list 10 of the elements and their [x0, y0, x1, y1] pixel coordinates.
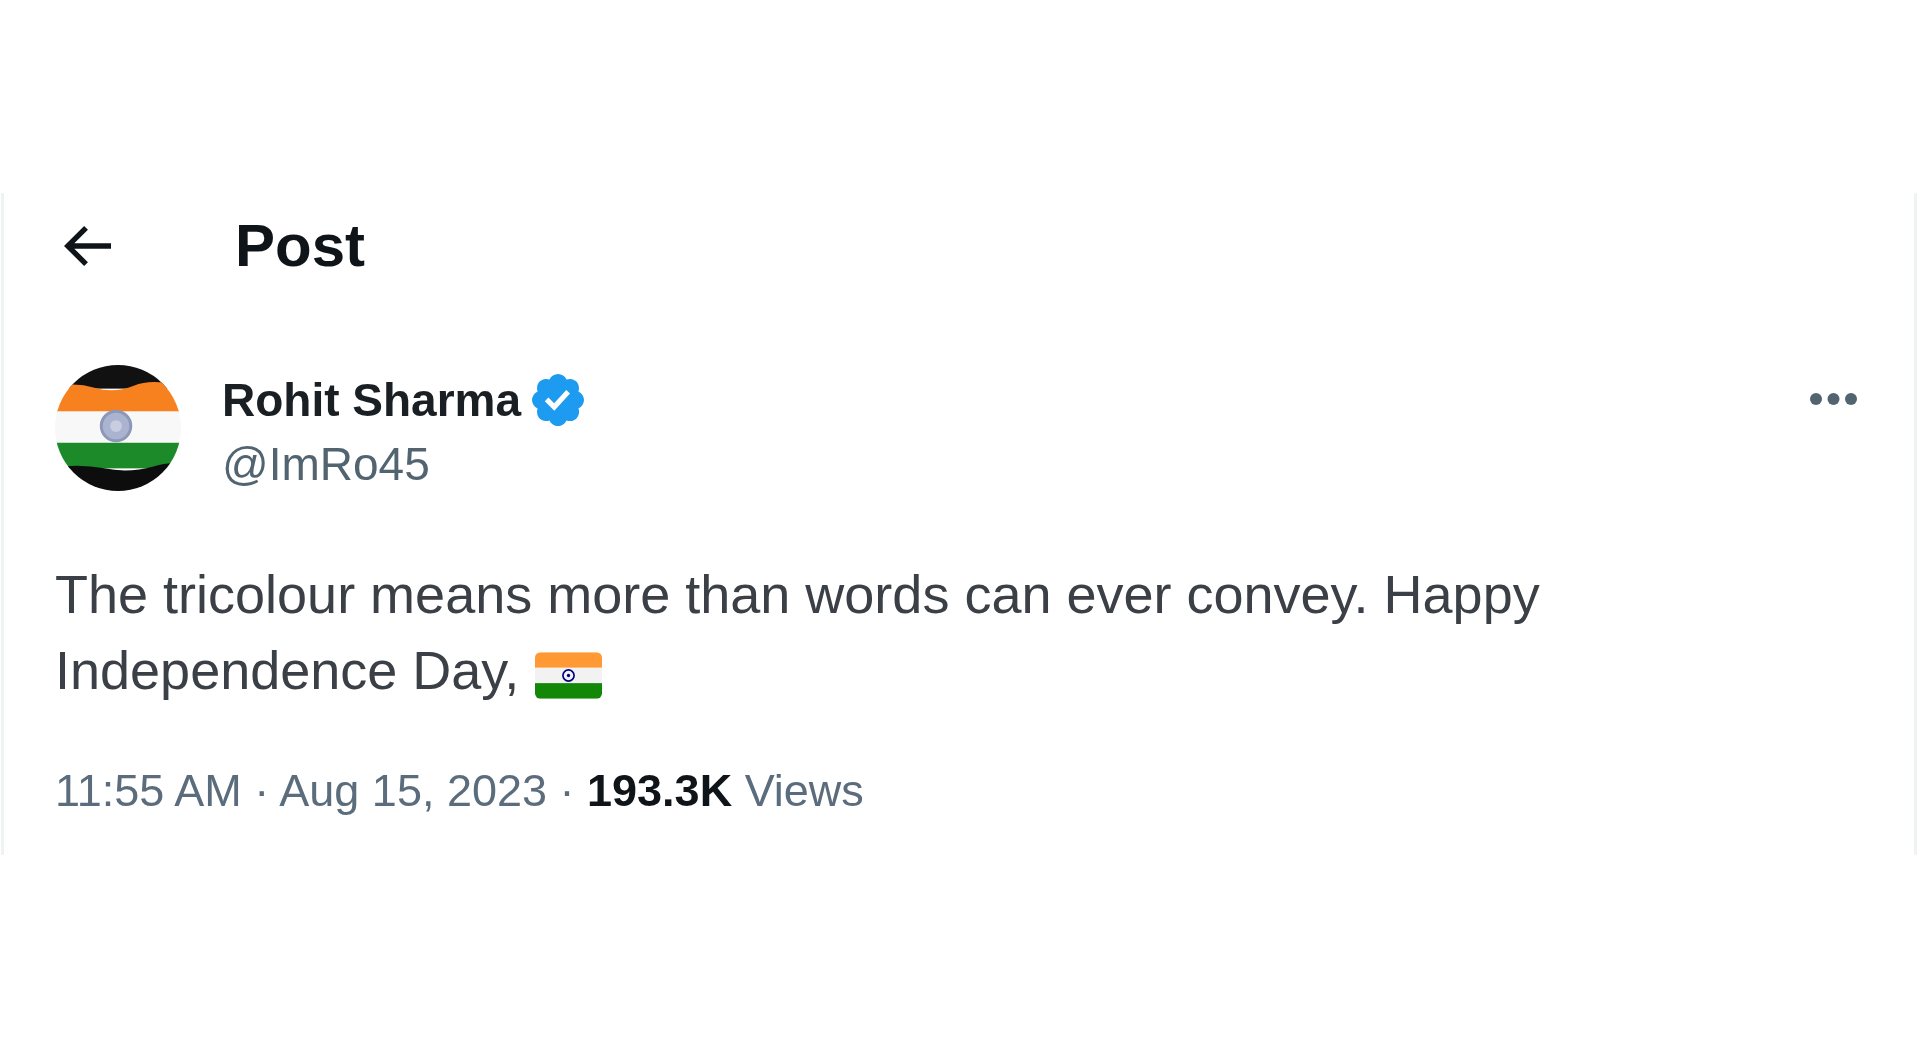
- author-handle[interactable]: @ImRo45: [222, 434, 585, 494]
- flag-icon: [535, 651, 603, 699]
- author-name[interactable]: Rohit Sharma: [222, 370, 522, 430]
- page-title: Post: [235, 211, 366, 281]
- avatar[interactable]: [55, 365, 181, 491]
- back-arrow-icon[interactable]: [64, 226, 111, 266]
- post-text: Independence Day,: [55, 639, 520, 702]
- more-options-icon[interactable]: [1810, 393, 1857, 405]
- post-meta: 11:55 AM · Aug 15, 2023 · 193.3K Views: [55, 764, 864, 818]
- post-text: The tricolour means more than words can ever convey. Happy: [55, 563, 1540, 626]
